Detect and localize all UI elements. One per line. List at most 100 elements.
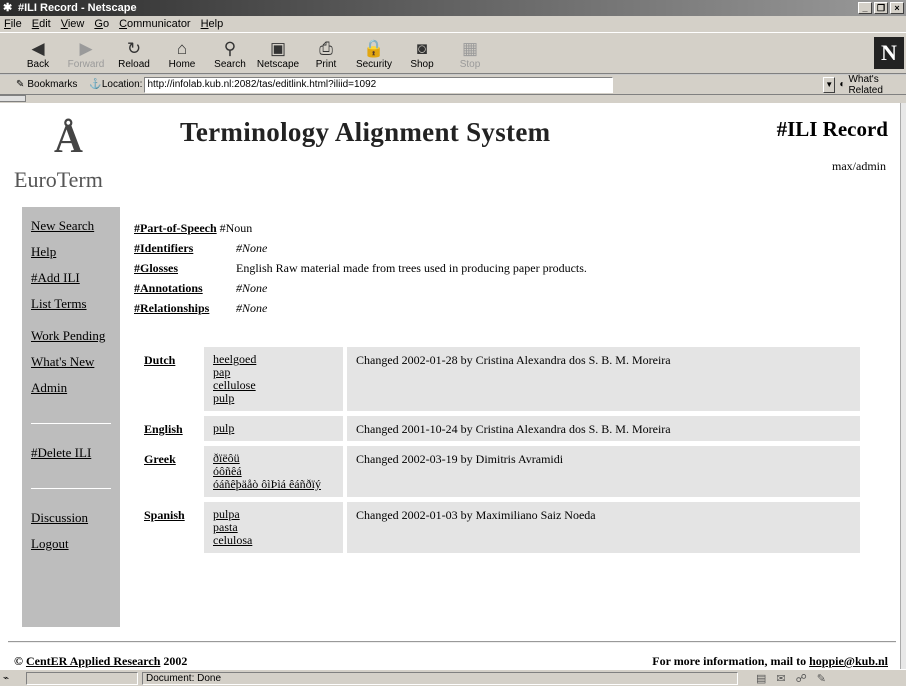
email-link[interactable]: hoppie@kub.nl — [809, 654, 888, 668]
language-row: Greek ðïëôü óôñêá óáñêþäåò ôìÞìá êáñðïý … — [134, 446, 860, 497]
whats-related-button[interactable]: ◐ What's Related — [839, 74, 906, 96]
related-icon: ◐ — [839, 79, 846, 90]
home-button[interactable]: ⌂ Home — [158, 33, 206, 73]
sidebar: New Search Help #Add ILI List Terms Work… — [22, 207, 120, 627]
menu-go[interactable]: Go — [94, 18, 109, 30]
term-link[interactable]: óáñêþäåò ôìÞìá êáñðïý — [213, 478, 343, 491]
groups-icon[interactable]: ☍ — [796, 672, 807, 685]
security-icon: 🔒 — [363, 39, 385, 58]
nav-new-search[interactable]: New Search — [31, 217, 120, 243]
change-info: Changed 2002-01-28 by Cristina Alexandra… — [347, 347, 860, 411]
term-link[interactable]: celulosa — [213, 534, 343, 547]
page-content: Å EuroTerm Terminology Alignment System … — [0, 103, 900, 669]
change-info: Changed 2002-03-19 by Dimitris Avramidi — [347, 446, 860, 497]
forward-button[interactable]: ▶ Forward — [62, 33, 110, 73]
netscape-logo[interactable]: N — [874, 37, 904, 69]
mail-icon[interactable]: ✉ — [776, 672, 785, 685]
language-link[interactable]: English — [134, 416, 204, 441]
print-button[interactable]: ⎙ Print — [302, 33, 350, 73]
term-link[interactable]: pulp — [213, 422, 343, 435]
search-button[interactable]: ⚲ Search — [206, 33, 254, 73]
shop-button[interactable]: ◙ Shop — [398, 33, 446, 73]
reload-button[interactable]: ↻ Reload — [110, 33, 158, 73]
nav-help[interactable]: Help — [31, 243, 120, 269]
language-link[interactable]: Greek — [134, 446, 204, 497]
property-row: #Identifiers #None — [134, 241, 587, 261]
back-button[interactable]: ◀ Back — [14, 33, 62, 73]
vertical-scrollbar[interactable] — [900, 103, 906, 669]
home-icon: ⌂ — [176, 39, 188, 58]
navigator-icon[interactable]: ▤ — [756, 672, 766, 685]
property-value: #None — [236, 281, 268, 295]
nav-admin[interactable]: Admin — [31, 379, 120, 405]
property-key[interactable]: #Relationships — [134, 301, 232, 316]
stop-icon: ▦ — [461, 39, 479, 58]
language-link[interactable]: Spanish — [134, 502, 204, 553]
location-bar: ✎ Bookmarks ⚓ Location: http://infolab.ku… — [0, 74, 906, 96]
location-icon: ⚓ — [89, 79, 102, 90]
status-text: Document: Done — [142, 671, 738, 685]
location-label: Location: — [101, 79, 143, 90]
nav-work-pending[interactable]: Work Pending — [31, 327, 120, 353]
euroterm-logo: Å EuroTerm — [14, 115, 134, 215]
property-row: #Relationships #None — [134, 301, 587, 321]
nav-whats-new[interactable]: What's New — [31, 353, 120, 379]
nav-add-ili[interactable]: #Add ILI — [31, 269, 120, 295]
grip-tab[interactable] — [0, 95, 26, 102]
property-row: #Annotations #None — [134, 281, 587, 301]
property-row: #Glosses English Raw material made from … — [134, 261, 587, 281]
property-value: #Noun — [219, 221, 253, 235]
url-field[interactable]: http://infolab.kub.nl:2082/tas/editlink.… — [144, 76, 613, 93]
url-dropdown-button[interactable]: ▼ — [822, 76, 836, 93]
menu-bar: File Edit View Go Communicator Help — [0, 16, 906, 32]
term-link[interactable]: pulp — [213, 392, 343, 405]
page-title: #ILI Record — [776, 117, 888, 141]
forward-arrow-icon: ▶ — [79, 39, 93, 58]
stop-button[interactable]: ▦ Stop — [446, 33, 494, 73]
nav-list-terms[interactable]: List Terms — [31, 295, 120, 321]
minimize-button[interactable]: _ — [858, 2, 872, 14]
print-icon: ⎙ — [319, 39, 333, 58]
footer-copyright: © CentER Applied Research 2002 — [14, 654, 188, 668]
property-key[interactable]: #Part-of-Speech — [134, 221, 217, 236]
netscape-icon: ▣ — [269, 39, 287, 58]
footer-contact: For more information, mail to hoppie@kub… — [652, 654, 888, 668]
nav-delete-ili[interactable]: #Delete ILI — [31, 444, 120, 470]
property-key[interactable]: #Glosses — [134, 261, 232, 276]
composer-icon[interactable]: ✎ — [817, 672, 826, 685]
back-arrow-icon: ◀ — [31, 39, 45, 58]
footer-divider — [8, 641, 896, 643]
menu-file[interactable]: File — [4, 18, 22, 30]
netscape-button[interactable]: ▣ Netscape — [254, 33, 302, 73]
connection-icon: ⌁ — [3, 672, 10, 684]
bookmarks-icon: ✎ — [16, 79, 25, 90]
term-link[interactable]: heelgoed — [213, 353, 343, 366]
sidebar-divider — [31, 423, 111, 424]
language-table: Dutch heelgoed pap cellulose pulp Change… — [134, 347, 860, 558]
restore-button[interactable]: ❐ — [874, 2, 888, 14]
sidebar-divider — [31, 488, 111, 489]
bookmarks-button[interactable]: ✎ Bookmarks — [16, 79, 77, 90]
org-link[interactable]: CentER Applied Research — [26, 654, 160, 668]
property-key[interactable]: #Identifiers — [134, 241, 232, 256]
menu-view[interactable]: View — [61, 18, 85, 30]
property-key[interactable]: #Annotations — [134, 281, 232, 296]
nav-logout[interactable]: Logout — [31, 535, 120, 561]
language-row: English pulp Changed 2001-10-24 by Crist… — [134, 416, 860, 441]
menu-communicator[interactable]: Communicator — [119, 18, 191, 30]
change-info: Changed 2001-10-24 by Cristina Alexandra… — [347, 416, 860, 441]
site-title: Terminology Alignment System — [180, 117, 551, 147]
reload-icon: ↻ — [126, 39, 142, 58]
nav-discussion[interactable]: Discussion — [31, 509, 120, 535]
language-link[interactable]: Dutch — [134, 347, 204, 411]
menu-edit[interactable]: Edit — [32, 18, 51, 30]
logo-text: EuroTerm — [14, 167, 103, 192]
security-button[interactable]: 🔒 Security — [350, 33, 398, 73]
property-value: #None — [236, 241, 268, 255]
window-title-bar: ✱ #ILI Record - Netscape _ ❐ × — [0, 0, 906, 16]
menu-help[interactable]: Help — [201, 18, 224, 30]
language-row: Dutch heelgoed pap cellulose pulp Change… — [134, 347, 860, 411]
change-info: Changed 2002-01-03 by Maximiliano Saiz N… — [347, 502, 860, 553]
shop-icon: ◙ — [416, 39, 428, 58]
close-button[interactable]: × — [890, 2, 904, 14]
